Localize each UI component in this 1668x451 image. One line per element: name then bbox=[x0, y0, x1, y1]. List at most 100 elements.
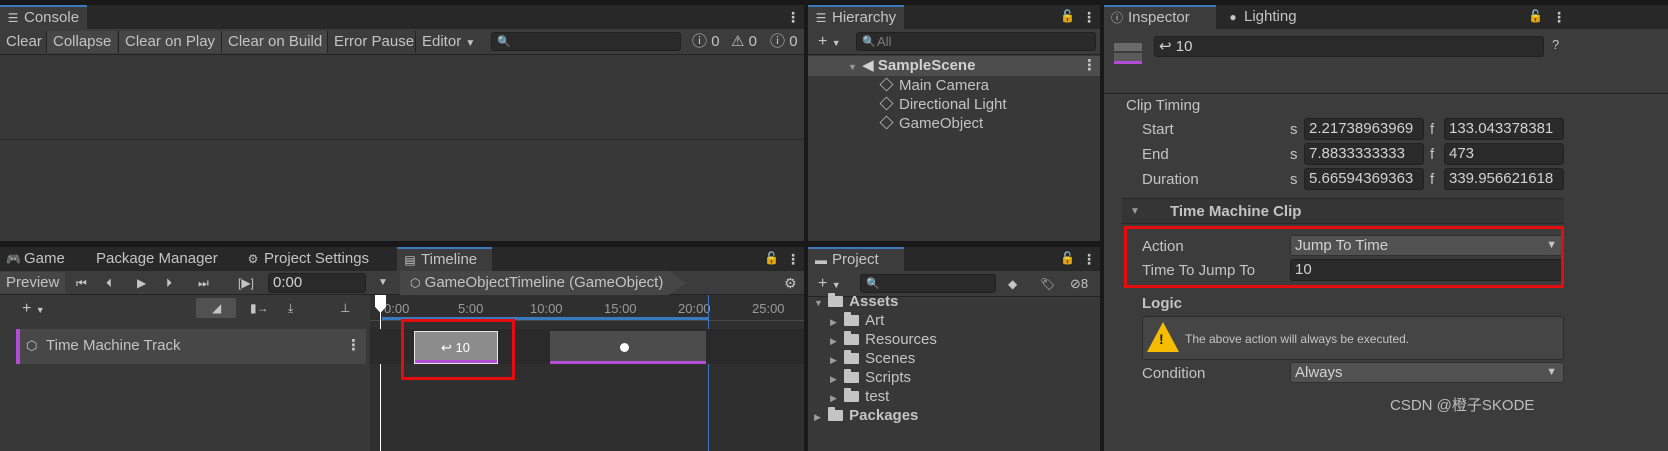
start-frames-field[interactable]: 133.043378381 bbox=[1444, 118, 1564, 140]
timeline-panel: 🎮 Game Package Manager ⚙ Project Settings … bbox=[0, 247, 804, 451]
hierarchy-search-input[interactable]: 🔍 All bbox=[856, 32, 1096, 51]
add-track-button[interactable]: + ▼ bbox=[16, 298, 51, 320]
filter-label-icon[interactable]: 🏷 bbox=[1034, 273, 1061, 295]
search-icon: 🔍 bbox=[497, 36, 511, 48]
clear-on-play-button[interactable]: Clear on Play bbox=[119, 31, 222, 53]
duration-seconds-field[interactable]: 5.66594369363 bbox=[1304, 168, 1424, 190]
warning-count-toggle[interactable]: ⚠ 0 bbox=[725, 31, 763, 53]
inspector-menu-icon[interactable]: ⋮ bbox=[1552, 9, 1566, 25]
console-menu-icon[interactable]: ⋮ bbox=[786, 9, 800, 25]
help-message: The above action will always be executed… bbox=[1185, 332, 1410, 346]
lock-icon[interactable]: 🔓 bbox=[1060, 251, 1075, 265]
tab-game[interactable]: 🎮 Game bbox=[0, 247, 73, 271]
start-seconds-field[interactable]: 2.21738963969 bbox=[1304, 118, 1424, 140]
play-range-icon[interactable]: [▶] bbox=[232, 272, 260, 294]
ruler-label: 0:00 bbox=[384, 301, 410, 316]
track-header[interactable]: ⬡ Time Machine Track ⋮ bbox=[16, 329, 366, 364]
scene-menu-icon[interactable]: ⋮ bbox=[1082, 57, 1097, 75]
console-toolbar: Clear Collapse Clear on Play Clear on Bu… bbox=[0, 29, 804, 55]
duration-frames-field[interactable]: 339.956621618 bbox=[1444, 168, 1564, 190]
tab-timeline[interactable]: ▤ Timeline bbox=[397, 247, 492, 271]
condition-dropdown[interactable]: Always ▼ bbox=[1290, 362, 1564, 383]
goto-end-icon[interactable]: ⏭ bbox=[192, 272, 215, 294]
gameobject-icon bbox=[879, 115, 894, 130]
tab-hierarchy[interactable]: ☰ Hierarchy bbox=[808, 5, 905, 29]
error-count-toggle[interactable]: ⓘ 0 bbox=[686, 31, 726, 53]
lock-icon[interactable]: 🔓 bbox=[1528, 9, 1543, 23]
tab-console[interactable]: ☰ Console bbox=[0, 5, 88, 29]
packages-folder[interactable]: ▶ Packages bbox=[814, 407, 918, 426]
project-folder[interactable]: ▶ test bbox=[830, 388, 889, 407]
prev-frame-icon[interactable]: ⏴ bbox=[100, 272, 118, 294]
console-search-input[interactable]: 🔍 bbox=[491, 32, 681, 51]
timeline-menu-icon[interactable]: ⋮ bbox=[786, 251, 800, 267]
track-menu-icon[interactable]: ⋮ bbox=[346, 337, 361, 355]
tab-package-manager[interactable]: Package Manager bbox=[90, 247, 226, 271]
start-s-label: s bbox=[1290, 121, 1298, 138]
clip-marker-dot bbox=[620, 343, 629, 352]
project-folder[interactable]: ▶ Resources bbox=[830, 331, 937, 350]
component-header[interactable]: ▼ Time Machine Clip bbox=[1122, 198, 1564, 224]
clip-second[interactable] bbox=[550, 331, 706, 364]
tab-project[interactable]: ▬ Project bbox=[808, 247, 904, 271]
tab-project-settings[interactable]: ⚙ Project Settings bbox=[240, 247, 377, 271]
collapse-button[interactable]: Collapse bbox=[47, 31, 118, 53]
project-panel: ▬ Project 🔓 ⋮ + ▼ 🔍 ◆ 🏷 ⊘8 ▼ Assets ▶ Art… bbox=[808, 247, 1100, 451]
error-pause-button[interactable]: Error Pause bbox=[328, 31, 420, 53]
info-icon: ⓘ bbox=[770, 33, 786, 50]
info-count-toggle[interactable]: ⓘ 0 bbox=[764, 31, 804, 53]
clip-underline bbox=[550, 361, 706, 364]
folder-icon bbox=[844, 369, 860, 383]
collapse-icon: ▶ bbox=[830, 336, 837, 346]
error-icon: ⓘ bbox=[692, 33, 708, 50]
lock-icon[interactable]: 🔓 bbox=[764, 251, 779, 265]
folder-icon bbox=[844, 388, 860, 402]
search-icon: 🔍 bbox=[862, 36, 876, 48]
project-folder[interactable]: ▶ Scripts bbox=[830, 369, 911, 388]
import-icon[interactable]: ⤓ bbox=[282, 297, 299, 319]
console-divider bbox=[0, 139, 804, 140]
create-button[interactable]: + ▼ bbox=[812, 273, 847, 295]
timeline-settings-icon[interactable]: ⚙ bbox=[778, 272, 803, 294]
time-ruler[interactable]: 0:00 5:00 10:00 15:00 20:00 25:00 bbox=[370, 295, 804, 321]
breadcrumb[interactable]: ⬡ GameObjectTimeline (GameObject) bbox=[400, 271, 686, 295]
filter-type-icon[interactable]: ◆ bbox=[1002, 273, 1023, 295]
hierarchy-menu-icon[interactable]: ⋮ bbox=[1082, 9, 1096, 25]
ripple-icon[interactable]: ▮→ bbox=[244, 297, 275, 319]
project-folder[interactable]: ▶ Art bbox=[830, 312, 884, 331]
info-icon: ⓘ bbox=[1110, 11, 1123, 25]
tab-inspector[interactable]: ⓘ Inspector bbox=[1104, 5, 1216, 29]
end-seconds-field[interactable]: 7.8833333333 bbox=[1304, 143, 1424, 165]
playhead[interactable] bbox=[380, 295, 381, 451]
goto-start-icon[interactable]: ⏮ bbox=[70, 272, 93, 294]
marker-icon[interactable]: ⊥ bbox=[334, 297, 356, 319]
time-field[interactable]: 0:00 bbox=[268, 273, 366, 293]
play-icon[interactable]: ▶ bbox=[131, 272, 152, 294]
folder-open-icon bbox=[828, 293, 844, 307]
object-name-field[interactable]: ↩ 10 bbox=[1154, 36, 1544, 57]
project-search-input[interactable]: 🔍 bbox=[860, 274, 996, 293]
scene-row[interactable]: ▼ ◀ SampleScene ⋮ bbox=[808, 56, 1100, 76]
hidden-packages-toggle[interactable]: ⊘8 bbox=[1064, 273, 1094, 295]
help-icon[interactable]: ? bbox=[1552, 36, 1559, 54]
clear-on-build-button[interactable]: Clear on Build bbox=[222, 31, 329, 53]
clear-button[interactable]: Clear bbox=[0, 31, 48, 53]
hierarchy-item[interactable]: GameObject bbox=[879, 115, 983, 133]
editor-dropdown[interactable]: Editor ▼ bbox=[416, 31, 481, 53]
project-folder[interactable]: ▶ Scenes bbox=[830, 350, 915, 369]
tab-lighting[interactable]: ● Lighting bbox=[1220, 5, 1305, 29]
preview-button[interactable]: Preview bbox=[0, 272, 66, 294]
end-frames-field[interactable]: 473 bbox=[1444, 143, 1564, 165]
hierarchy-item[interactable]: Directional Light bbox=[879, 96, 1007, 114]
next-frame-icon[interactable]: ⏵ bbox=[160, 272, 178, 294]
film-icon: ▤ bbox=[404, 253, 416, 267]
create-button[interactable]: + ▼ bbox=[812, 31, 847, 53]
lock-icon[interactable]: 🔓 bbox=[1060, 9, 1075, 23]
timeline-dropdown-icon[interactable]: ▼ bbox=[372, 272, 394, 294]
watermark: CSDN @橙子SKODE bbox=[1390, 397, 1535, 414]
project-menu-icon[interactable]: ⋮ bbox=[1082, 251, 1096, 267]
warning-icon-mark: ! bbox=[1159, 331, 1164, 347]
warning-icon: ⚠ bbox=[731, 33, 745, 50]
assets-folder[interactable]: ▼ Assets bbox=[814, 293, 898, 312]
hierarchy-item[interactable]: Main Camera bbox=[879, 77, 989, 95]
